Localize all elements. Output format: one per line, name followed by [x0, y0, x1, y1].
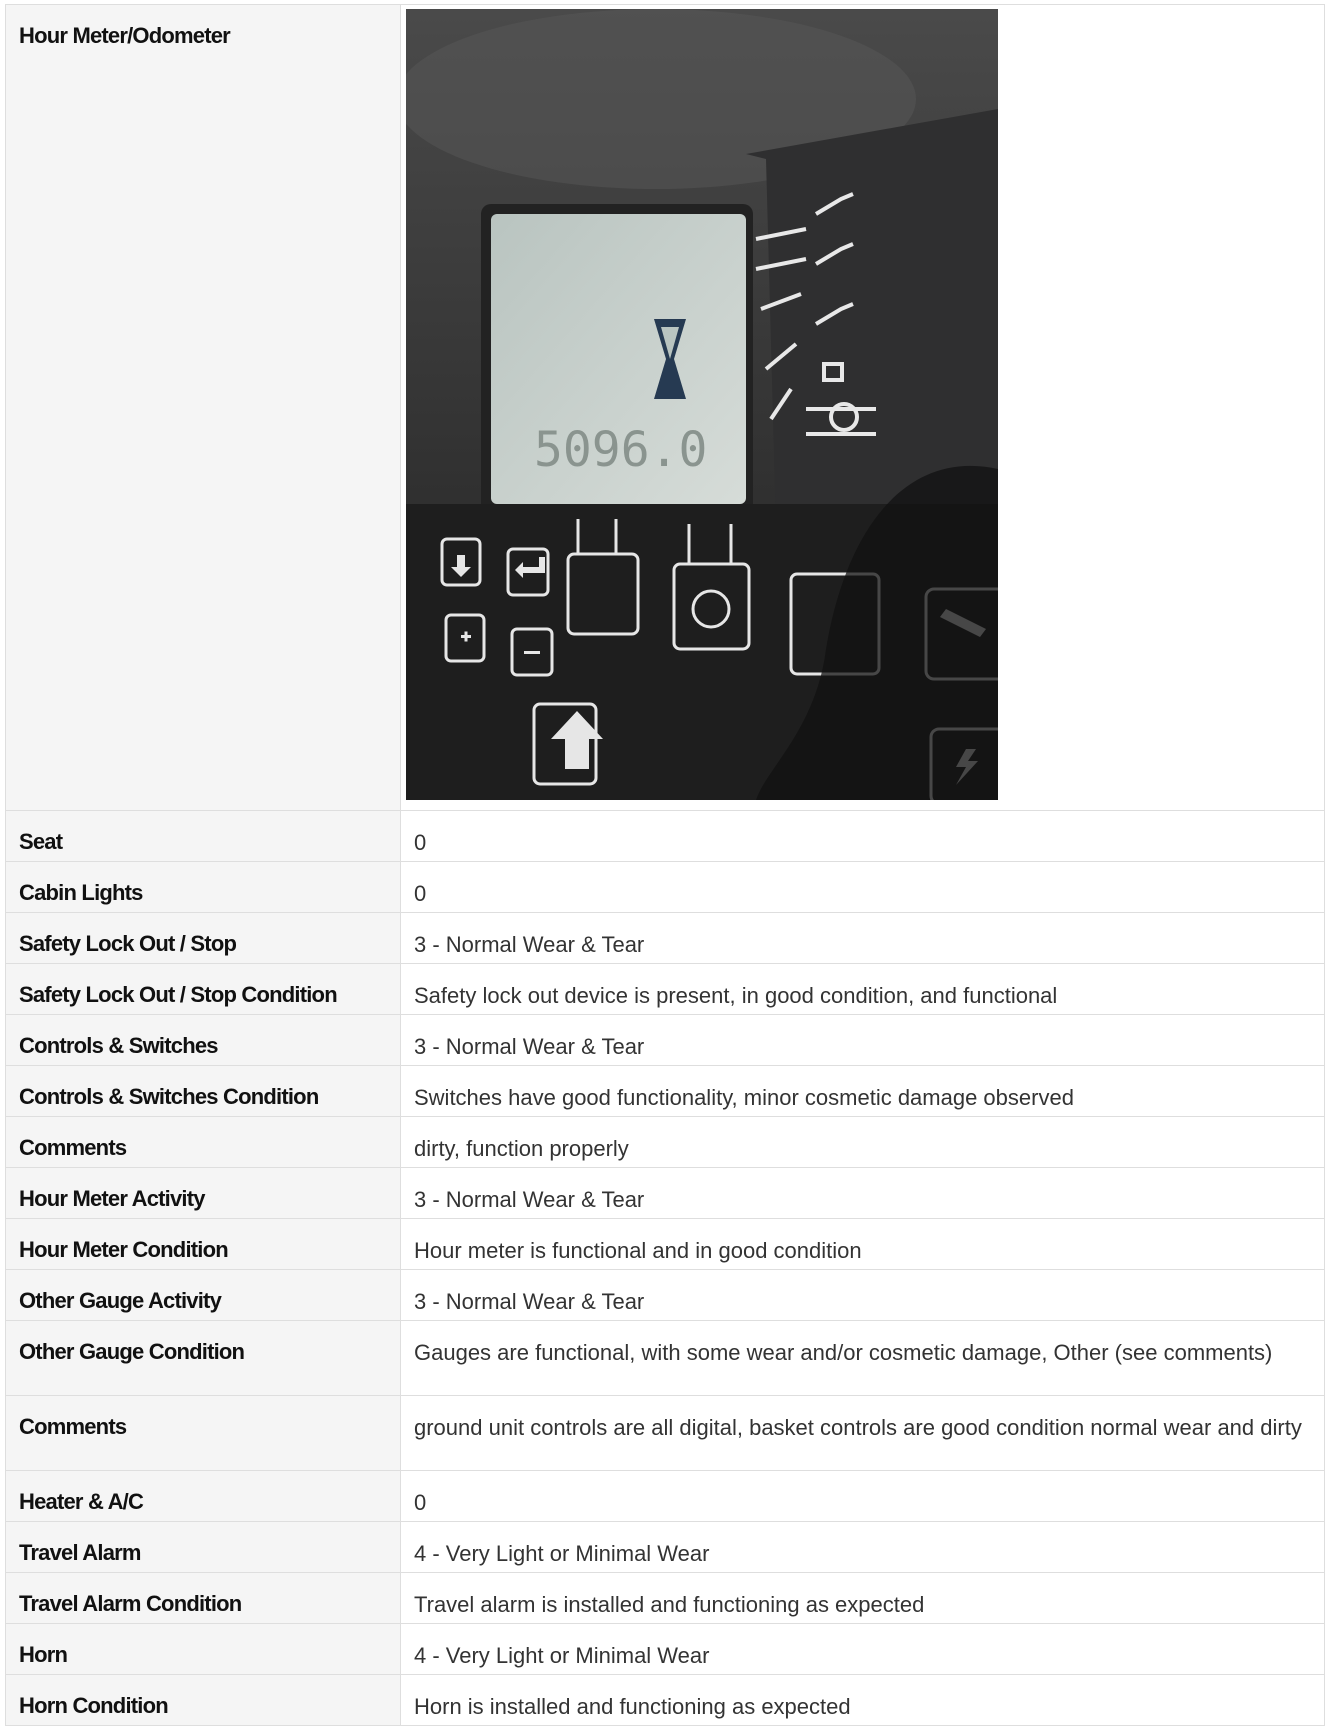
table-row: Hour Meter Activity 3 - Normal Wear & Te…: [5, 1167, 1325, 1219]
row-label: Horn: [5, 1623, 401, 1675]
hour-meter-photo: 61227 5096.0: [406, 9, 998, 800]
row-label: Other Gauge Activity: [5, 1269, 401, 1321]
row-value: 0: [400, 861, 1325, 913]
row-label: Horn Condition: [5, 1674, 401, 1726]
row-value: 3 - Normal Wear & Tear: [400, 1014, 1325, 1066]
row-value: 0: [400, 1470, 1325, 1522]
table-row: Travel Alarm Condition Travel alarm is i…: [5, 1572, 1325, 1624]
row-value: 4 - Very Light or Minimal Wear: [400, 1623, 1325, 1675]
table-row: Other Gauge Activity 3 - Normal Wear & T…: [5, 1269, 1325, 1321]
row-label: Travel Alarm: [5, 1521, 401, 1573]
inspection-table: Hour Meter/Odometer 5096.0 Seat 0 Cabin …: [5, 4, 1325, 1726]
hour-meter-photo-drawing: 61227 5096.0: [406, 9, 998, 800]
row-value: Safety lock out device is present, in go…: [400, 963, 1325, 1015]
row-value: 3 - Normal Wear & Tear: [400, 1269, 1325, 1321]
row-label: Controls & Switches: [5, 1014, 401, 1066]
row-value: Hour meter is functional and in good con…: [400, 1218, 1325, 1270]
row-value: Gauges are functional, with some wear an…: [400, 1320, 1325, 1396]
table-row: Controls & Switches 3 - Normal Wear & Te…: [5, 1014, 1325, 1066]
row-label: Hour Meter Activity: [5, 1167, 401, 1219]
table-row: Horn 4 - Very Light or Minimal Wear: [5, 1623, 1325, 1675]
row-label: Safety Lock Out / Stop: [5, 912, 401, 964]
row-label: Other Gauge Condition: [5, 1320, 401, 1396]
row-label: Hour Meter/Odometer: [5, 4, 401, 811]
row-label: Safety Lock Out / Stop Condition: [5, 963, 401, 1015]
lcd-reading: 5096.0: [534, 422, 707, 478]
table-row: Cabin Lights 0: [5, 861, 1325, 913]
row-label: Controls & Switches Condition: [5, 1065, 401, 1117]
row-value: dirty, function properly: [400, 1116, 1325, 1168]
row-value: 3 - Normal Wear & Tear: [400, 1167, 1325, 1219]
row-label: Comments: [5, 1395, 401, 1471]
row-value: 4 - Very Light or Minimal Wear: [400, 1521, 1325, 1573]
row-label: Heater & A/C: [5, 1470, 401, 1522]
table-row: Controls & Switches Condition Switches h…: [5, 1065, 1325, 1117]
row-value: 3 - Normal Wear & Tear: [400, 912, 1325, 964]
row-value: 61227 5096.0: [400, 4, 1325, 811]
table-row: Horn Condition Horn is installed and fun…: [5, 1674, 1325, 1726]
table-row: Safety Lock Out / Stop Condition Safety …: [5, 963, 1325, 1015]
row-label: Cabin Lights: [5, 861, 401, 913]
row-label: Seat: [5, 810, 401, 862]
row-value: Horn is installed and functioning as exp…: [400, 1674, 1325, 1726]
table-row: Seat 0: [5, 810, 1325, 862]
table-row: Comments dirty, function properly: [5, 1116, 1325, 1168]
row-label: Travel Alarm Condition: [5, 1572, 401, 1624]
table-row: Heater & A/C 0: [5, 1470, 1325, 1522]
row-value: Switches have good functionality, minor …: [400, 1065, 1325, 1117]
table-row: Safety Lock Out / Stop 3 - Normal Wear &…: [5, 912, 1325, 964]
table-row: Hour Meter/Odometer 5096.0: [5, 4, 1325, 811]
row-value: 0: [400, 810, 1325, 862]
row-label: Comments: [5, 1116, 401, 1168]
table-row: Comments ground unit controls are all di…: [5, 1395, 1325, 1471]
row-value: Travel alarm is installed and functionin…: [400, 1572, 1325, 1624]
table-row: Other Gauge Condition Gauges are functio…: [5, 1320, 1325, 1396]
table-row: Travel Alarm 4 - Very Light or Minimal W…: [5, 1521, 1325, 1573]
table-row: Hour Meter Condition Hour meter is funct…: [5, 1218, 1325, 1270]
row-label: Hour Meter Condition: [5, 1218, 401, 1270]
row-value: ground unit controls are all digital, ba…: [400, 1395, 1325, 1471]
